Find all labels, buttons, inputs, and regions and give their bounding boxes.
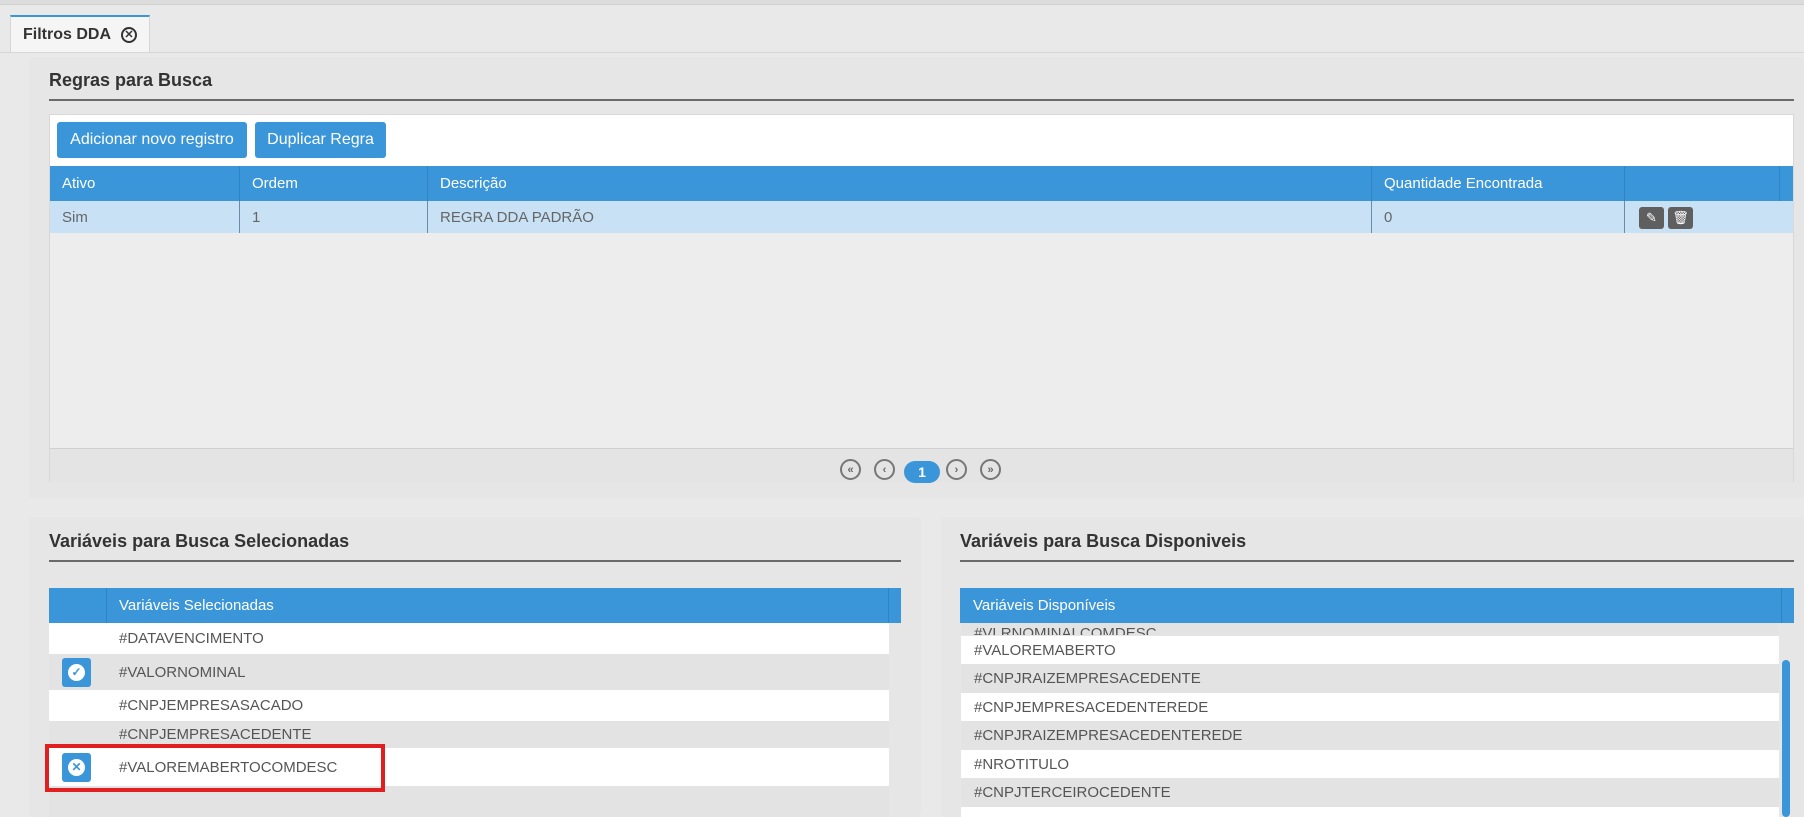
list-item-label: #CNPJEMPRESACEDENTEREDE (974, 698, 1209, 716)
first-page-icon[interactable]: « (840, 459, 861, 480)
column-header-quantidade[interactable]: Quantidade Encontrada (1372, 166, 1625, 201)
list-item[interactable]: #VALOREMABERTO (961, 636, 1779, 664)
column-header-descricao[interactable]: Descrição (428, 166, 1372, 201)
list-item-partial[interactable] (961, 807, 1779, 817)
rules-title: Regras para Busca (49, 70, 1794, 101)
cell-ativo: Sim (50, 201, 240, 233)
selected-variables-header: Variáveis Selecionadas (49, 588, 901, 623)
list-item[interactable]: #VLRNOMINALCOMDESC (961, 623, 1779, 635)
add-record-button[interactable]: Adicionar novo registro (57, 122, 247, 158)
cell-quantidade: 0 (1372, 201, 1625, 233)
list-item[interactable]: #NROTITULO (961, 750, 1779, 778)
page-number-current[interactable]: 1 (904, 461, 940, 483)
list-item[interactable]: #CNPJEMPRESASACADO (49, 690, 889, 721)
column-header-variaveis-disponiveis[interactable]: Variáveis Disponíveis (960, 588, 1782, 623)
tab-filtros-dda[interactable]: Filtros DDA ✕ (10, 15, 150, 53)
list-item-label: #VLRNOMINALCOMDESC (974, 625, 1157, 635)
list-item[interactable]: #CNPJRAIZEMPRESACEDENTEREDE (961, 721, 1779, 750)
list-item-label: #VALORNOMINAL (119, 663, 246, 681)
column-header-actions (1625, 166, 1780, 201)
top-border (0, 0, 1804, 5)
list-item-label: #CNPJEMPRESASACADO (119, 697, 304, 714)
check-icon[interactable]: ✓ (62, 657, 91, 687)
edit-pencil-icon[interactable]: ✎ (1639, 207, 1664, 229)
column-header-ativo[interactable]: Ativo (50, 166, 240, 201)
list-item-label: #CNPJEMPRESACEDENTE (119, 726, 312, 743)
table-row[interactable]: Sim 1 REGRA DDA PADRÃO 0 (50, 201, 1793, 233)
list-item[interactable]: #DATAVENCIMENTO (49, 623, 889, 654)
prev-page-icon[interactable]: ‹ (874, 459, 895, 480)
list-item-label: #VALOREMABERTO (974, 641, 1116, 659)
list-item[interactable]: #CNPJRAIZEMPRESACEDENTE (961, 664, 1779, 693)
cell-descricao: REGRA DDA PADRÃO (428, 201, 1372, 233)
available-variables-header: Variáveis Disponíveis (960, 588, 1794, 623)
available-variables-title: Variáveis para Busca Disponiveis (960, 531, 1794, 562)
column-header-ordem[interactable]: Ordem (240, 166, 428, 201)
list-item-label: #DATAVENCIMENTO (119, 630, 264, 647)
list-item-label: #CNPJRAIZEMPRESACEDENTEREDE (974, 727, 1243, 744)
rules-grid-empty-area (50, 233, 1793, 448)
last-page-icon[interactable]: » (980, 459, 1001, 480)
list-item-label: #CNPJRAIZEMPRESACEDENTE (974, 670, 1201, 687)
selected-variables-title: Variáveis para Busca Selecionadas (49, 531, 901, 562)
list-item[interactable]: #CNPJTERCEIROCEDENTE (961, 778, 1779, 807)
trash-icon[interactable]: 🗑 (1668, 207, 1693, 229)
highlight-box (45, 744, 385, 792)
close-circle-icon[interactable]: ✕ (121, 27, 137, 43)
tab-label: Filtros DDA (23, 26, 111, 43)
rules-grid-header: Ativo Ordem Descrição Quantidade Encontr… (50, 166, 1793, 201)
column-header-variaveis-selecionadas[interactable]: Variáveis Selecionadas (107, 588, 889, 623)
scrollbar[interactable] (1782, 660, 1790, 817)
list-item[interactable]: #CNPJEMPRESACEDENTEREDE (961, 693, 1779, 721)
header-icon-col (49, 588, 107, 623)
list-item-label: #NROTITULO (974, 755, 1070, 773)
tabbar-divider (0, 52, 1804, 53)
next-page-icon[interactable]: › (946, 459, 967, 480)
duplicate-rule-button[interactable]: Duplicar Regra (255, 122, 386, 158)
cell-ordem: 1 (240, 201, 428, 233)
list-item-label: #CNPJTERCEIROCEDENTE (974, 784, 1171, 801)
list-item[interactable]: ✓ #VALORNOMINAL (49, 654, 889, 690)
